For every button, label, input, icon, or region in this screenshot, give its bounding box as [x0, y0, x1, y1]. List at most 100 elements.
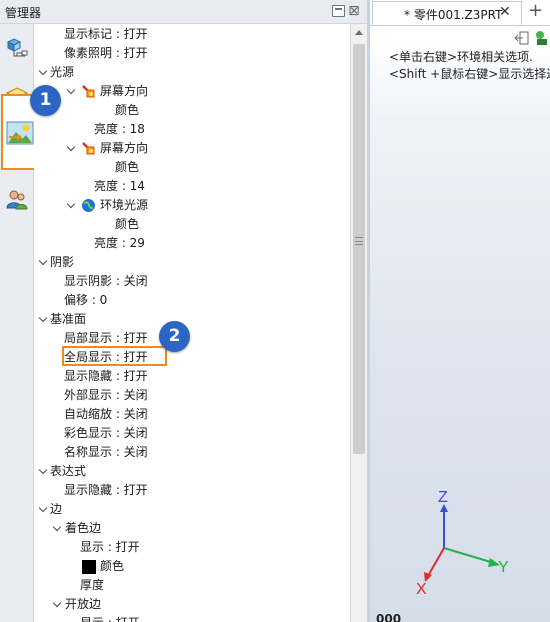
splitter-grip-icon[interactable] [355, 237, 363, 245]
tree-row[interactable]: 亮度 : 14 [34, 177, 350, 196]
tree-row[interactable]: 颜色 [34, 158, 350, 177]
tab-users[interactable] [3, 186, 31, 214]
tree-row-label: 基准面 [50, 312, 87, 326]
exit-icon[interactable] [514, 30, 530, 46]
tree-row[interactable]: 厚度 [34, 576, 350, 595]
tree-row[interactable]: 偏移 : 0 [34, 291, 350, 310]
document-tab-label: * 零件001.Z3PRT [404, 8, 503, 22]
chevron-down-icon[interactable] [38, 257, 48, 267]
tree-row-label: 亮度 : 14 [94, 179, 145, 193]
tree-row-label: 像素照明 : 打开 [64, 46, 148, 60]
chevron-down-icon[interactable] [38, 466, 48, 476]
tree-row[interactable]: 边 [34, 500, 350, 519]
environment-icon[interactable] [534, 30, 550, 46]
tree-row[interactable]: 基准面 [34, 310, 350, 329]
coordinate-axes: Z X Y [416, 489, 509, 598]
tree-row-label: 显示阴影 : 关闭 [64, 274, 148, 288]
landscape-image-icon [6, 121, 34, 145]
tree-row[interactable]: 显示隐藏 : 打开 [34, 481, 350, 500]
tree-row[interactable]: 屏幕方向 [34, 139, 350, 158]
tree-row[interactable]: 阴影 [34, 253, 350, 272]
tree-row[interactable]: 显示阴影 : 关闭 [34, 272, 350, 291]
tree-row-label: 屏幕方向 [100, 141, 149, 155]
tree-row-label: 颜色 [115, 217, 140, 231]
tree-row[interactable]: 亮度 : 18 [34, 120, 350, 139]
tree-row[interactable]: 自动缩放 : 关闭 [34, 405, 350, 424]
chevron-down-icon[interactable] [66, 200, 76, 210]
tree-row-label: 着色边 [65, 521, 102, 535]
tree-row-label: 屏幕方向 [100, 84, 149, 98]
ambient-light-icon [81, 198, 96, 213]
callout-badge-1: 1 [30, 85, 61, 116]
pin-icon[interactable] [332, 5, 345, 17]
tree-row-label: 阴影 [50, 255, 75, 269]
tree-row[interactable]: 显示 : 打开 [34, 538, 350, 557]
hint-shift-right-click: <Shift +鼠标右键>显示选择过 [389, 67, 550, 81]
tree-row[interactable]: 显示标记 : 打开 [34, 25, 350, 44]
chevron-down-icon[interactable] [38, 314, 48, 324]
spot-light-icon [81, 84, 96, 99]
tree-row[interactable]: 名称显示 : 关闭 [34, 443, 350, 462]
tree-row-label: 显示 : 打开 [80, 614, 140, 622]
tree-row-label: 环境光源 [100, 198, 149, 212]
chevron-down-icon[interactable] [66, 86, 76, 96]
scroll-up-arrow-icon[interactable] [355, 30, 363, 35]
tab-history[interactable] [3, 34, 31, 62]
tree-row-label: 颜色 [100, 559, 125, 573]
color-swatch[interactable] [82, 560, 96, 574]
tree-row-label: 显示隐藏 : 打开 [64, 483, 148, 497]
tree-row-label: 表达式 [50, 464, 87, 478]
tree-row[interactable]: 屏幕方向 [34, 82, 350, 101]
tree-row-label: 显示标记 : 打开 [64, 27, 148, 41]
manager-title: 管理器 [5, 6, 42, 20]
y-axis-line [443, 547, 495, 564]
tree-row-label: 厚度 [80, 578, 105, 592]
callout-badge-2: 2 [159, 321, 190, 352]
tree-row-label: 显示 : 打开 [80, 540, 140, 554]
tabbar-divider [370, 25, 550, 26]
close-icon[interactable]: ✕ [499, 4, 511, 20]
chevron-down-icon[interactable] [52, 523, 62, 533]
chevron-down-icon[interactable] [38, 504, 48, 514]
chevron-down-icon[interactable] [66, 143, 76, 153]
tree-row-label: 名称显示 : 关闭 [64, 445, 148, 459]
tree-row[interactable]: 像素照明 : 打开 [34, 44, 350, 63]
tree-row-label: 开放边 [65, 597, 102, 611]
highlight-box [62, 346, 167, 366]
tree-row[interactable]: 彩色显示 : 关闭 [34, 424, 350, 443]
manager-header: 管理器 ⊠ [0, 0, 367, 24]
property-tree: 显示标记 : 打开 像素照明 : 打开 光源 屏幕方向 颜色 亮度 : 18 屏幕方向 颜色亮… [34, 24, 350, 622]
tree-row[interactable]: 外部显示 : 关闭 [34, 386, 350, 405]
tree-row-label: 显示隐藏 : 打开 [64, 369, 148, 383]
scroll-thumb[interactable] [353, 44, 365, 454]
close-icon[interactable]: ⊠ [346, 3, 362, 19]
tree-row[interactable]: 开放边 [34, 595, 350, 614]
axis-label-z: Z [438, 489, 448, 506]
chevron-down-icon[interactable] [52, 599, 62, 609]
tree-row[interactable]: 着色边 [34, 519, 350, 538]
tree-row-label: 亮度 : 29 [94, 236, 145, 250]
tree-row[interactable]: 显示 : 打开 [34, 614, 350, 622]
chevron-down-icon[interactable] [38, 67, 48, 77]
tree-row[interactable]: 表达式 [34, 462, 350, 481]
vertical-scrollbar[interactable] [350, 24, 367, 622]
bottom-status-text: 000 [376, 612, 402, 622]
tree-row[interactable]: 颜色 [34, 215, 350, 234]
x-axis-line [427, 547, 445, 577]
tree-row[interactable]: 颜色 [34, 101, 350, 120]
hint-right-click: <单击右键>环境相关选项. [389, 50, 533, 64]
axis-label-y: Y [498, 559, 509, 576]
tree-row-label: 光源 [50, 65, 75, 79]
tree-row[interactable]: 光源 [34, 63, 350, 82]
new-tab-button[interactable]: + [528, 0, 543, 21]
tree-row-label: 彩色显示 : 关闭 [64, 426, 148, 440]
graphics-viewport[interactable]: * 零件001.Z3PRT ✕ + <单击右键>环境相关选项. <Shift +… [370, 0, 550, 622]
tree-row[interactable]: 颜色 [34, 557, 350, 576]
tree-row[interactable]: 显示隐藏 : 打开 [34, 367, 350, 386]
document-tab[interactable]: * 零件001.Z3PRT ✕ [372, 1, 522, 25]
spot-light-icon [81, 141, 96, 156]
tree-row-label: 亮度 : 18 [94, 122, 145, 136]
tree-row-label: 颜色 [115, 103, 140, 117]
tree-row[interactable]: 亮度 : 29 [34, 234, 350, 253]
tree-row[interactable]: 环境光源 [34, 196, 350, 215]
